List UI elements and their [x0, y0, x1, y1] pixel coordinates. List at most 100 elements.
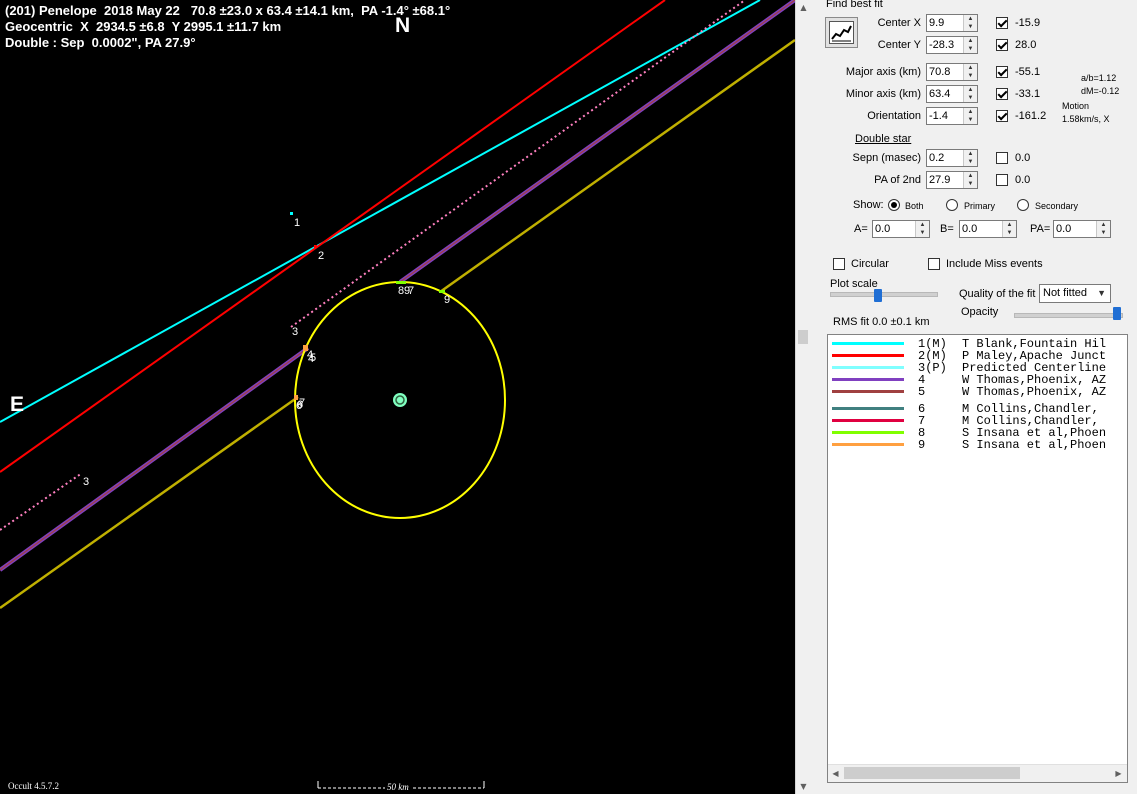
legend-row[interactable]: 5 W Thomas,Phoenix, AZ: [828, 385, 1127, 399]
minor-axis-input[interactable]: 63.4 ▲ ▼: [926, 85, 978, 103]
chord-label-6b: 6: [296, 400, 302, 412]
a-label: A=: [854, 223, 868, 235]
a-input[interactable]: 0.0 ▲ ▼: [872, 220, 930, 238]
center-marker: [393, 393, 407, 407]
include-miss-checkbox[interactable]: [928, 258, 940, 270]
legend-color-swatch: [832, 443, 904, 446]
chord-9-line-right: [439, 38, 795, 294]
scroll-down-icon[interactable]: ▼: [796, 779, 811, 794]
minor-axis-spinner[interactable]: ▲ ▼: [963, 86, 977, 102]
plot-scale-slider[interactable]: [874, 289, 883, 302]
minor-axis-label: Minor axis (km): [845, 88, 921, 100]
center-x-checkbox[interactable]: [996, 17, 1008, 29]
header-line-2: Geocentric X 2934.5 ±6.8 Y 2995.1 ±11.7 …: [5, 19, 282, 34]
chord-1-line: [0, 0, 761, 423]
pa2nd-checkbox[interactable]: [996, 174, 1008, 186]
b-input[interactable]: 0.0 ▲ ▼: [959, 220, 1017, 238]
pa2nd-result: 0.0: [1015, 174, 1031, 186]
circular-label: Circular: [851, 258, 889, 270]
legend-color-swatch: [832, 354, 904, 357]
legend-scroll-thumb[interactable]: [844, 767, 1020, 779]
quality-label: Quality of the fit: [959, 288, 1036, 300]
major-axis-checkbox[interactable]: [996, 66, 1008, 78]
version-label: Occult 4.5.7.2: [8, 781, 59, 791]
orientation-label: Orientation: [867, 110, 921, 122]
sepn-result: 0.0: [1015, 152, 1031, 164]
center-x-input[interactable]: 9.9 ▲ ▼: [926, 14, 978, 32]
center-y-result: 28.0: [1015, 39, 1037, 51]
sepn-label: Sepn (masec): [852, 152, 921, 164]
circular-checkbox[interactable]: [833, 258, 845, 270]
show-label: Show:: [853, 199, 884, 211]
east-label: E: [10, 393, 25, 416]
show-primary-label: Primary: [964, 201, 995, 211]
scale-label: 50 km: [385, 782, 411, 792]
orientation-input[interactable]: -1.4 ▲ ▼: [926, 107, 978, 125]
pa-spinner[interactable]: ▲ ▼: [1096, 221, 1110, 237]
chord-label-4b: 4: [308, 353, 314, 365]
legend-chord-number: 9: [918, 438, 926, 452]
legend-chord-number: 5: [918, 385, 926, 399]
chord-5-line-right: [399, 0, 795, 283]
show-both-radio[interactable]: [888, 199, 900, 211]
scroll-left-icon[interactable]: ◀: [828, 766, 843, 781]
fit-control-panel: Find best fit Center X 9.9 ▲ ▼ -15.9 Cente…: [811, 0, 1137, 794]
major-axis-input[interactable]: 70.8 ▲ ▼: [926, 63, 978, 81]
header-line-1: (201) Penelope 2018 May 22 70.8 ±23.0 x …: [5, 3, 451, 18]
show-secondary-radio[interactable]: [1017, 199, 1029, 211]
delta-mag-text: dM=-0.12: [1081, 86, 1120, 96]
pa2nd-label: PA of 2nd: [874, 174, 921, 186]
sepn-spinner[interactable]: ▲ ▼: [963, 150, 977, 166]
center-y-spinner[interactable]: ▲ ▼: [963, 37, 977, 53]
sepn-checkbox[interactable]: [996, 152, 1008, 164]
double-star-heading: Double star: [855, 133, 912, 145]
event-marker-2: [314, 245, 317, 248]
plot-vertical-scrollbar[interactable]: ▲ ▼: [795, 0, 811, 794]
pa-label: PA=: [1030, 223, 1051, 235]
chevron-down-icon: ▼: [1097, 288, 1106, 298]
a-spinner[interactable]: ▲ ▼: [915, 221, 929, 237]
plot-scale-label: Plot scale: [830, 278, 878, 290]
major-axis-spinner[interactable]: ▲ ▼: [963, 64, 977, 80]
minor-axis-checkbox[interactable]: [996, 88, 1008, 100]
center-x-spinner[interactable]: ▲ ▼: [963, 15, 977, 31]
observer-legend-list[interactable]: 1(M) T Blank,Fountain Hil 2(M) P Maley,Apac…: [827, 334, 1128, 783]
legend-horizontal-scrollbar[interactable]: ◀ ▶: [828, 764, 1127, 782]
chord-label-3a: 3: [292, 326, 298, 338]
scroll-right-icon[interactable]: ▶: [1111, 766, 1126, 781]
legend-color-swatch: [832, 407, 904, 410]
pa2nd-spinner[interactable]: ▲ ▼: [963, 172, 977, 188]
chord-label-2: 2: [318, 250, 324, 262]
event-marker-8: [396, 281, 406, 284]
pa2nd-input[interactable]: 27.9 ▲ ▼: [926, 171, 978, 189]
legend-row[interactable]: 9 S Insana et al,Phoen: [828, 438, 1127, 452]
scroll-up-icon[interactable]: ▲: [796, 0, 811, 15]
predicted-line-upper: [290, 0, 746, 328]
plot-svg: 1 2 3 3 4 5 6 7 8 9 9 4 6 7: [0, 0, 795, 789]
orientation-checkbox[interactable]: [996, 110, 1008, 122]
center-y-input[interactable]: -28.3 ▲ ▼: [926, 36, 978, 54]
event-marker-9: [439, 290, 445, 293]
show-primary-radio[interactable]: [946, 199, 958, 211]
minor-axis-result: -33.1: [1015, 88, 1041, 100]
opacity-track[interactable]: [1014, 313, 1123, 318]
plot-canvas[interactable]: 1 2 3 3 4 5 6 7 8 9 9 4 6 7 (201) Penelo…: [0, 0, 795, 794]
plot-scale-track[interactable]: [830, 292, 938, 297]
opacity-label: Opacity: [961, 306, 999, 318]
axis-ratio-text: a/b=1.12: [1081, 73, 1117, 83]
chord-label-3b: 3: [83, 476, 89, 488]
chord-5-line-left: [0, 347, 309, 571]
center-x-label: Center X: [877, 17, 921, 29]
scroll-thumb[interactable]: [798, 330, 808, 344]
sepn-input[interactable]: 0.2 ▲ ▼: [926, 149, 978, 167]
quality-dropdown[interactable]: Not fitted ▼: [1039, 284, 1111, 303]
opacity-slider[interactable]: [1113, 307, 1121, 320]
legend-color-swatch: [832, 378, 904, 381]
event-marker-1: [290, 212, 293, 215]
center-y-checkbox[interactable]: [996, 39, 1008, 51]
pa-input[interactable]: 0.0 ▲ ▼: [1053, 220, 1111, 238]
orientation-spinner[interactable]: ▲ ▼: [963, 108, 977, 124]
motion-value: 1.58km/s, X: [1062, 114, 1110, 124]
show-both-label: Both: [905, 201, 924, 211]
b-spinner[interactable]: ▲ ▼: [1002, 221, 1016, 237]
